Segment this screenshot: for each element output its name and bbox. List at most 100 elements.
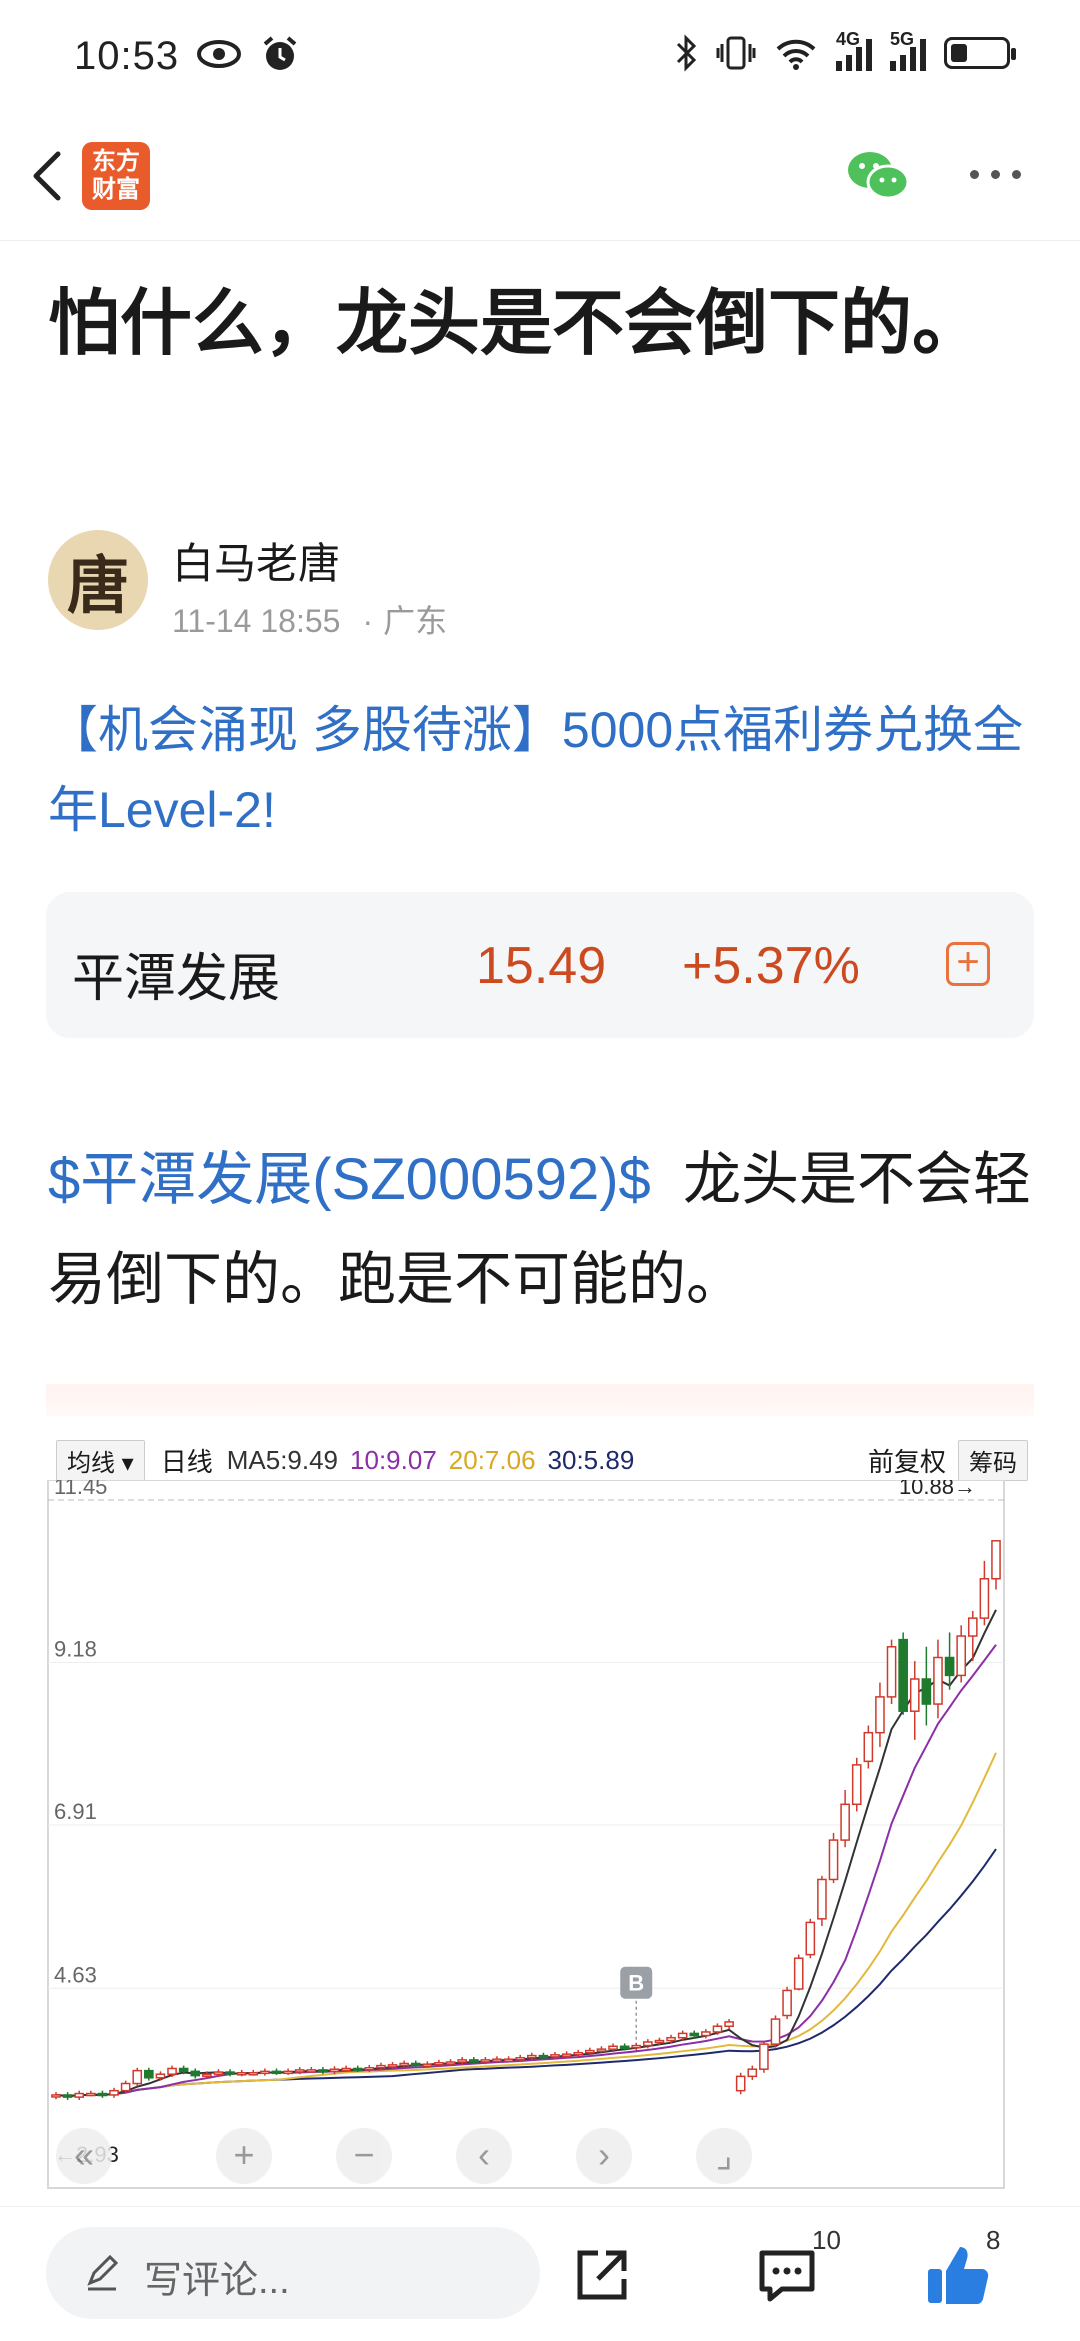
zoom-in-icon[interactable]: + [216, 2128, 272, 2184]
ma5-label: MA5:9.49 [226, 1444, 339, 1475]
bottom-bar: 写评论... 10 8 [0, 2206, 1080, 2341]
candle-body [144, 2069, 154, 2079]
candle-body [294, 2069, 305, 2073]
candle-body [167, 2067, 177, 2075]
ma20-label: 20:7.06 [448, 1444, 536, 1475]
plot-border [47, 1480, 1005, 2189]
article-title: 怕什么，龙头是不会倒下的。 [48, 284, 985, 364]
comment-icon[interactable] [756, 2247, 818, 2305]
add-watchlist-icon[interactable]: + [946, 942, 990, 986]
candle-body [62, 2094, 73, 2098]
candle-body [341, 2067, 351, 2072]
ma5-line [55, 1609, 997, 2098]
candle-body [898, 1638, 908, 1712]
candle-body [468, 2059, 479, 2063]
candle-body [503, 2058, 514, 2062]
candle-body [202, 2073, 212, 2077]
candle-body [352, 2067, 363, 2072]
next-icon[interactable]: › [576, 2128, 632, 2184]
candle-body [991, 1540, 1001, 1580]
comment-placeholder: 写评论... [144, 2260, 290, 2302]
stock-name: 平潭发展 [72, 950, 281, 1008]
candle-body [561, 2053, 572, 2057]
candle-body [74, 2092, 85, 2098]
candle-body [921, 1678, 932, 1705]
rewind-icon[interactable]: « [56, 2128, 112, 2184]
candle-body [550, 2054, 560, 2058]
candle-body [445, 2061, 456, 2065]
candle-body [573, 2051, 584, 2056]
candle-body [677, 2032, 688, 2039]
chips-button[interactable]: 筹码 [958, 1439, 1028, 1481]
wechat-share-icon[interactable] [846, 148, 910, 204]
candle-body [434, 2061, 444, 2066]
candle-body [178, 2067, 189, 2073]
candle-body [863, 1731, 874, 1763]
candle-body [329, 2068, 340, 2073]
chart-top-strip [46, 1384, 1034, 1416]
stock-price: 15.49 [476, 937, 607, 995]
candle-body [724, 2021, 734, 2027]
signal-5g-icon: 5G [890, 29, 926, 71]
candle-body [654, 2039, 665, 2044]
more-icon[interactable] [970, 170, 1021, 179]
candle-body [979, 1578, 990, 1619]
candle-body [643, 2041, 653, 2047]
candle-body [909, 1678, 920, 1712]
status-bar: 10:53 4G 5G [0, 0, 1080, 120]
share-icon[interactable] [572, 2245, 632, 2305]
candle-body [933, 1656, 943, 1705]
candle-body [944, 1656, 955, 1677]
candle-body [492, 2058, 502, 2062]
candle-body [747, 2068, 758, 2078]
back-icon[interactable] [20, 146, 80, 206]
high-label: 10.88→ [899, 1480, 976, 1499]
author-name[interactable]: 白马老唐 [172, 530, 340, 591]
zoom-out-icon[interactable]: − [336, 2128, 392, 2184]
candle-body [422, 2063, 433, 2067]
candle-body [619, 2045, 630, 2050]
like-count: 8 [986, 2225, 1001, 2255]
buy-marker-label: B [628, 1971, 644, 1996]
post-date: 11-14 18:55 [172, 603, 341, 639]
prev-icon[interactable]: ‹ [456, 2128, 512, 2184]
candle-body [526, 2054, 537, 2059]
thumbs-up-icon[interactable] [926, 2243, 990, 2305]
candle-body [608, 2045, 618, 2050]
ma-mode-select[interactable]: 均线 ▾ [56, 1439, 145, 1481]
candle-body [190, 2070, 201, 2077]
ma10-label: 10:9.07 [350, 1444, 437, 1475]
post-location: 广东 [383, 603, 448, 639]
comment-count: 10 [812, 2225, 841, 2255]
bluetooth-icon [676, 34, 697, 72]
candle-body [260, 2070, 270, 2075]
adjust-label: 前复权 [867, 1446, 946, 1477]
candle-body [387, 2064, 398, 2068]
signal-4g-icon: 4G [836, 29, 872, 71]
candle-body [967, 1617, 978, 1637]
candle-body [410, 2062, 421, 2067]
candle-body [956, 1635, 966, 1677]
candle-body [120, 2082, 131, 2092]
kline-plot: 11.459.186.914.6310.88→←2.93B [47, 1480, 1005, 2189]
author-avatar[interactable]: 唐 [48, 530, 148, 630]
fullscreen-icon[interactable]: ⌟ [696, 2128, 752, 2184]
stock-cashtag-link[interactable]: $平潭发展(SZ000592)$ [48, 1147, 651, 1212]
y-tick-label: 4.63 [54, 1962, 97, 1987]
stock-card[interactable]: 平潭发展 15.49 +5.37% + [46, 892, 1034, 1038]
candle-body [248, 2072, 259, 2076]
candle-body [271, 2070, 282, 2075]
chart-controls: « + − ‹ › ⌟ [46, 2128, 1034, 2188]
stock-change: +5.37% [682, 937, 860, 995]
candle-body [213, 2071, 224, 2075]
comment-input[interactable]: 写评论... [46, 2227, 540, 2319]
period-label: 日线 [160, 1446, 213, 1477]
kline-chart-image[interactable]: 均线 ▾ 日线 MA5:9.49 10:9.07 20:7.06 30:5.89… [46, 1384, 1034, 2206]
promo-link[interactable]: 【机会涌现 多股待涨】5000点福利券兑换全年Level-2! [48, 690, 1038, 850]
vibrate-icon [716, 36, 756, 70]
chart-header: 均线 ▾ 日线 MA5:9.49 10:9.07 20:7.06 30:5.89… [56, 1439, 1034, 1481]
candle-body [399, 2062, 409, 2067]
candle-body [283, 2070, 293, 2075]
candle-body [97, 2092, 108, 2097]
status-left-icons [196, 34, 300, 74]
